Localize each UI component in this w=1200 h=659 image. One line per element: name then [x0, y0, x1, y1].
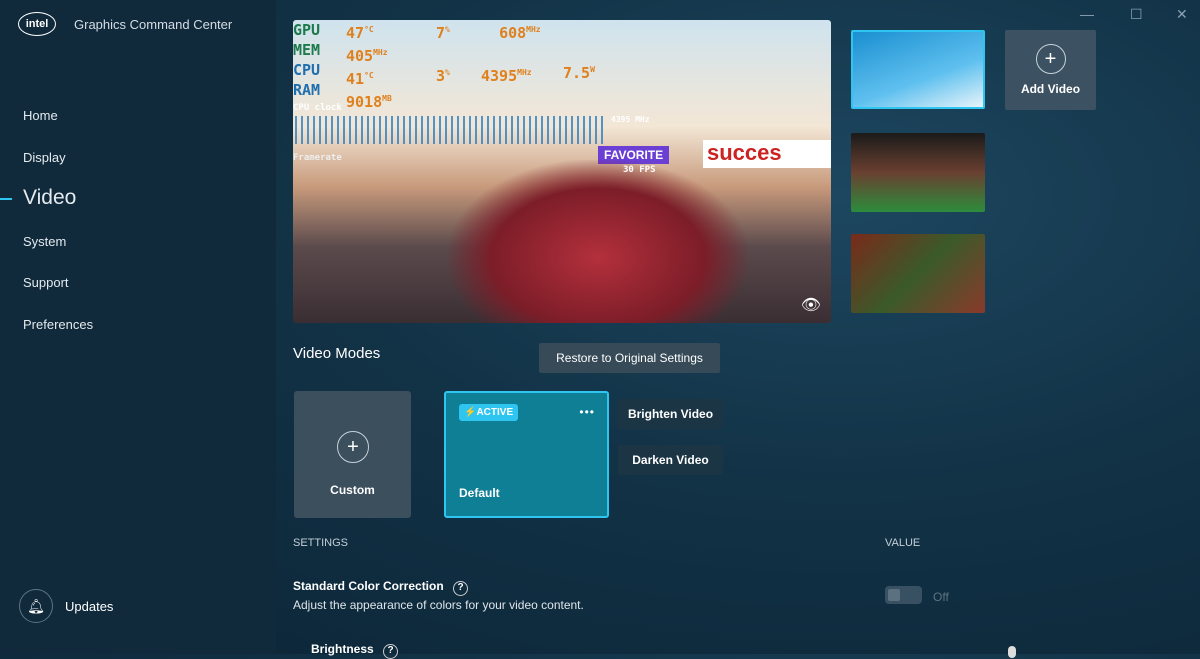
active-indicator	[0, 198, 12, 200]
brightness-label: Brightness ?	[311, 642, 399, 659]
app-title: Graphics Command Center	[74, 17, 233, 32]
help-icon[interactable]: ?	[383, 644, 399, 659]
sidebar-item-video[interactable]: Video	[23, 186, 76, 210]
color-correction-title: Standard Color Correction ?	[293, 579, 469, 596]
updates-button[interactable]: 🔔︎ Updates	[19, 589, 113, 623]
video-modes-title: Video Modes	[293, 345, 381, 362]
video-thumbnail-market[interactable]	[851, 234, 985, 313]
intel-logo: intel	[18, 12, 56, 36]
osd-overlay: GPU MEM CPU RAM	[293, 21, 321, 99]
maximize-icon[interactable]: ☐	[1130, 6, 1143, 23]
video-preview[interactable]: succes FAVORITE GPU MEM CPU RAM 47°C 405…	[293, 20, 831, 323]
eye-icon[interactable]: 👁︎	[801, 295, 821, 315]
color-correction-value: Off	[933, 590, 949, 604]
sidebar-item-preferences[interactable]: Preferences	[23, 317, 93, 332]
plus-icon: +	[1035, 44, 1066, 74]
sidebar-item-home[interactable]: Home	[23, 108, 58, 123]
add-video-button[interactable]: + Add Video	[1005, 30, 1096, 110]
settings-header: SETTINGS	[293, 537, 349, 549]
sidebar-item-system[interactable]: System	[23, 234, 66, 249]
brighten-video-button[interactable]: Brighten Video	[618, 399, 723, 429]
race-car	[448, 160, 748, 323]
minimize-icon[interactable]: —	[1080, 6, 1094, 22]
plus-icon: +	[337, 431, 369, 463]
default-mode-card[interactable]: ⚡ACTIVE ••• Default	[444, 391, 609, 518]
sidebar: intel Graphics Command Center Home Displ…	[0, 0, 276, 654]
color-correction-toggle[interactable]	[885, 586, 922, 604]
sidebar-item-support[interactable]: Support	[23, 275, 69, 290]
close-icon[interactable]: ✕	[1176, 6, 1188, 23]
more-options-icon[interactable]: •••	[579, 405, 595, 419]
custom-mode-card[interactable]: + Custom	[294, 391, 411, 518]
updates-label: Updates	[65, 598, 114, 614]
bell-icon: 🔔︎	[19, 589, 53, 623]
brightness-slider-handle[interactable]	[1008, 646, 1016, 658]
video-thumbnail-people[interactable]	[851, 133, 985, 212]
restore-settings-button[interactable]: Restore to Original Settings	[539, 343, 720, 373]
video-thumbnail-snowboard[interactable]	[851, 30, 985, 109]
value-header: VALUE	[885, 537, 921, 549]
sidebar-item-display[interactable]: Display	[23, 150, 66, 165]
darken-video-button[interactable]: Darken Video	[618, 445, 723, 475]
active-badge: ⚡ACTIVE	[459, 404, 519, 421]
help-icon[interactable]: ?	[453, 581, 469, 596]
color-correction-desc: Adjust the appearance of colors for your…	[293, 598, 584, 612]
cpu-clock-graph	[295, 116, 605, 144]
